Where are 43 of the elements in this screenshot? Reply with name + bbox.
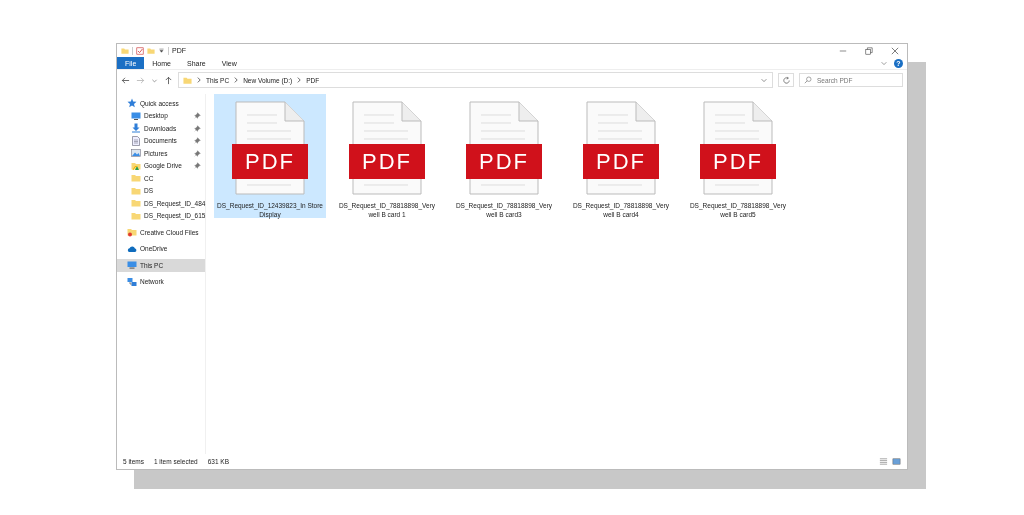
folder-icon <box>183 75 192 85</box>
drive-folder-icon <box>131 160 141 171</box>
dropdown-icon <box>158 47 165 54</box>
folder-icon <box>131 210 141 221</box>
pdf-label: PDF <box>583 144 659 179</box>
desktop-icon <box>131 110 141 121</box>
folder-icon <box>131 185 141 196</box>
refresh-button[interactable] <box>778 73 794 87</box>
download-icon <box>131 123 141 134</box>
up-icon <box>164 75 173 85</box>
refresh-icon <box>781 75 791 85</box>
document-icon <box>131 135 141 146</box>
pin-icon <box>194 162 201 170</box>
pdf-label: PDF <box>466 144 542 179</box>
large-icons-view-icon <box>892 457 901 466</box>
pin-icon <box>194 112 201 120</box>
pdf-label: PDF <box>349 144 425 179</box>
folder-icon <box>131 173 141 184</box>
pdf-label: PDF <box>700 144 776 179</box>
properties-check-icon <box>136 46 144 55</box>
close-icon <box>891 46 899 55</box>
chevron-down-icon <box>880 59 888 67</box>
folder-icon <box>121 46 129 55</box>
details-view-icon <box>879 457 888 466</box>
pin-icon <box>194 124 201 132</box>
pin-icon <box>194 137 201 145</box>
cloud-folder-icon <box>127 227 137 238</box>
pictures-icon <box>131 148 141 159</box>
forward-icon <box>136 75 145 85</box>
back-icon <box>121 75 130 85</box>
new-folder-icon <box>147 46 155 55</box>
folder-icon <box>131 198 141 209</box>
chevron-right-icon <box>195 76 203 84</box>
network-icon <box>127 276 137 287</box>
pdf-label: PDF <box>232 144 308 179</box>
chevron-right-icon <box>295 76 304 84</box>
search-icon <box>804 76 812 84</box>
chevron-right-icon <box>232 76 241 84</box>
pin-icon <box>194 149 201 157</box>
restore-icon <box>865 46 873 55</box>
star-icon <box>127 98 137 109</box>
chevron-down-icon <box>760 76 768 84</box>
computer-icon <box>127 260 137 271</box>
